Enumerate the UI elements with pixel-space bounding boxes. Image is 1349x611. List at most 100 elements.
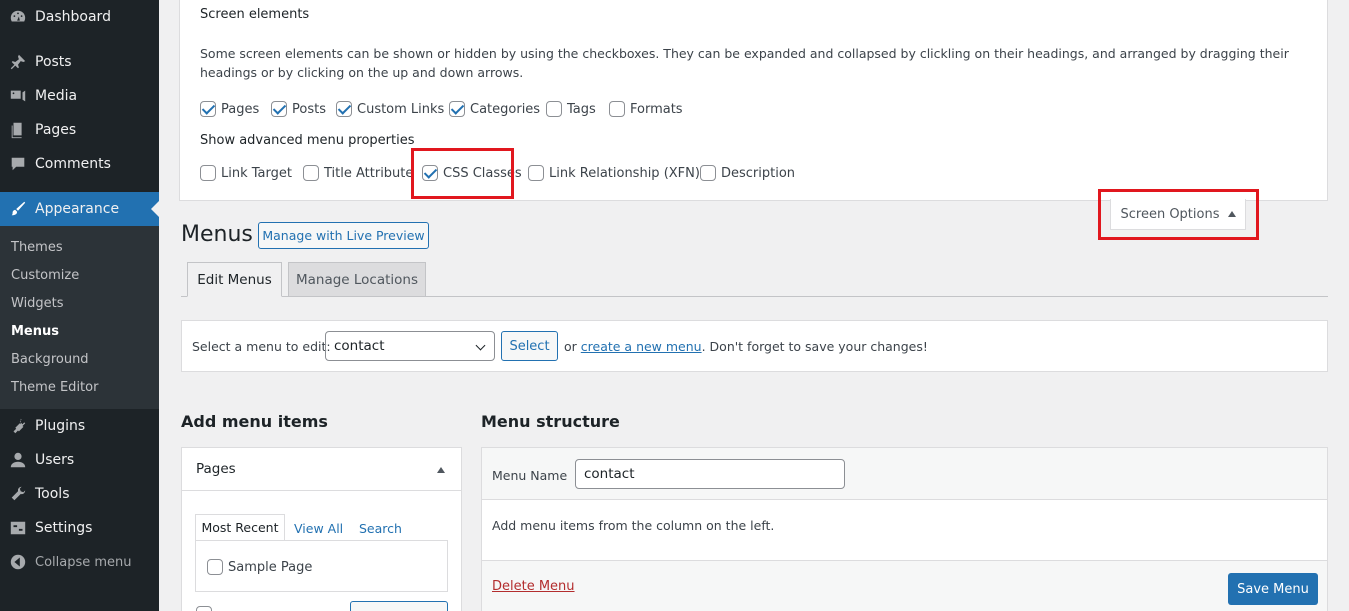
submenu-themes[interactable]: Themes (11, 240, 63, 255)
checkbox-categories[interactable]: Categories (449, 101, 540, 117)
checkbox-box[interactable] (303, 165, 319, 181)
menu-name-input[interactable]: contact (575, 459, 845, 489)
submenu-widgets[interactable]: Widgets (11, 296, 64, 311)
checkbox-pages[interactable]: Pages (200, 101, 259, 117)
collapse-menu-button[interactable]: Collapse menu (0, 547, 159, 577)
checkbox-link-target[interactable]: Link Target (200, 165, 292, 181)
nav-item-settings[interactable]: Settings (0, 513, 159, 543)
menu-structure-panel: Menu Name contact Add menu items from th… (481, 447, 1328, 611)
nav-item-pages[interactable]: Pages (0, 115, 159, 145)
nav-item-appearance[interactable]: Appearance (0, 192, 159, 226)
page-title: Menus (181, 222, 253, 247)
checkbox-box[interactable] (200, 101, 216, 117)
screen-options-panel: Screen elements Some screen elements can… (179, 0, 1328, 201)
menu-select-value: contact (334, 338, 385, 354)
page-item-label: Sample Page (228, 559, 313, 575)
menu-name-value: contact (584, 466, 635, 482)
checkbox-box[interactable] (271, 101, 287, 117)
tab-edit-menus[interactable]: Edit Menus (187, 262, 282, 297)
nav-item-comments[interactable]: Comments (0, 149, 159, 179)
nav-label: Tools (35, 486, 70, 502)
wrench-icon (8, 484, 28, 504)
checkbox-custom-links[interactable]: Custom Links (336, 101, 444, 117)
dashboard-icon (8, 7, 28, 27)
submenu-menus[interactable]: Menus (11, 324, 59, 339)
checkbox-description[interactable]: Description (700, 165, 795, 181)
select-button[interactable]: Select (501, 331, 558, 361)
plugin-icon (8, 416, 28, 436)
checkbox-title-attribute[interactable]: Title Attribute (303, 165, 413, 181)
delete-menu-link[interactable]: Delete Menu (492, 579, 575, 594)
nav-label: Posts (35, 54, 72, 70)
checkbox-link-relationship[interactable]: Link Relationship (XFN) (528, 165, 700, 181)
checkbox-box[interactable] (449, 101, 465, 117)
users-icon (8, 450, 28, 470)
checkbox-box[interactable] (528, 165, 544, 181)
select-menu-bar: Select a menu to edit: contact Select or… (181, 320, 1328, 372)
or-text: or (564, 339, 577, 354)
save-reminder-text: . Don't forget to save your changes! (701, 339, 928, 354)
pages-panel-header[interactable]: Pages (182, 448, 461, 491)
nav-label: Pages (35, 122, 77, 138)
arrow-up-icon[interactable] (437, 467, 445, 473)
nav-item-dashboard[interactable]: Dashboard (0, 2, 159, 32)
nav-item-users[interactable]: Users (0, 445, 159, 475)
collapse-icon (8, 552, 28, 572)
pages-icon (8, 120, 28, 140)
checkbox-box[interactable] (207, 559, 223, 575)
nav-label: Users (35, 452, 75, 468)
checkbox-label: Formats (630, 101, 683, 117)
tab-search[interactable]: Search (359, 521, 402, 536)
checkbox-label: Title Attribute (324, 165, 414, 181)
submenu-theme-editor[interactable]: Theme Editor (11, 380, 98, 395)
menu-structure-hint: Add menu items from the column on the le… (492, 518, 775, 533)
checkbox-box[interactable] (336, 101, 352, 117)
nav-item-media[interactable]: Media (0, 81, 159, 111)
checkbox-label: Link Relationship (XFN) (549, 165, 700, 181)
pages-panel-title: Pages (196, 461, 236, 477)
checkbox-posts[interactable]: Posts (271, 101, 326, 117)
page-item-sample-page[interactable]: Sample Page (207, 559, 312, 575)
submenu-background[interactable]: Background (11, 352, 89, 367)
nav-label: Collapse menu (35, 554, 132, 570)
nav-item-posts[interactable]: Posts (0, 47, 159, 77)
checkbox-label: Custom Links (357, 101, 445, 117)
media-icon (8, 86, 28, 106)
checkbox-box[interactable] (200, 165, 216, 181)
checkbox-box[interactable] (546, 101, 562, 117)
nav-label: Plugins (35, 418, 86, 434)
manage-live-preview-button[interactable]: Manage with Live Preview (258, 222, 429, 249)
add-menu-items-title: Add menu items (181, 412, 328, 431)
menu-name-header: Menu Name contact (482, 448, 1327, 500)
select-all-checkbox[interactable] (196, 606, 212, 611)
checkbox-label: Categories (470, 101, 541, 117)
checkbox-tags[interactable]: Tags (546, 101, 596, 117)
nav-item-tools[interactable]: Tools (0, 479, 159, 509)
pin-icon (8, 52, 28, 72)
nav-label: Media (35, 88, 78, 104)
tab-manage-locations[interactable]: Manage Locations (288, 262, 426, 297)
select-menu-label: Select a menu to edit: (192, 339, 331, 354)
submenu-customize[interactable]: Customize (11, 268, 79, 283)
nav-label: Settings (35, 520, 93, 536)
appearance-submenu: Themes Customize Widgets Menus Backgroun… (0, 226, 159, 409)
checkbox-formats[interactable]: Formats (609, 101, 683, 117)
checkbox-label: Pages (221, 101, 260, 117)
screen-options-description: Some screen elements can be shown or hid… (200, 46, 1289, 80)
create-new-menu-link[interactable]: create a new menu (581, 339, 702, 354)
menu-structure-footer: Delete Menu Save Menu (482, 560, 1327, 611)
menu-name-label: Menu Name (492, 468, 568, 483)
screen-elements-heading: Screen elements (200, 7, 310, 22)
nav-item-plugins[interactable]: Plugins (0, 411, 159, 441)
admin-sidebar: Dashboard Posts Media Pages Comments App… (0, 0, 159, 611)
add-to-menu-button[interactable] (350, 601, 448, 611)
tab-most-recent[interactable]: Most Recent (195, 514, 285, 541)
checkbox-box[interactable] (700, 165, 716, 181)
chevron-down-icon (475, 340, 486, 351)
save-menu-button[interactable]: Save Menu (1228, 573, 1318, 605)
menu-select-dropdown[interactable]: contact (325, 331, 495, 361)
checkbox-box[interactable] (609, 101, 625, 117)
paintbrush-icon (8, 199, 28, 219)
pages-list: Sample Page (195, 540, 448, 592)
tab-view-all[interactable]: View All (294, 521, 343, 536)
